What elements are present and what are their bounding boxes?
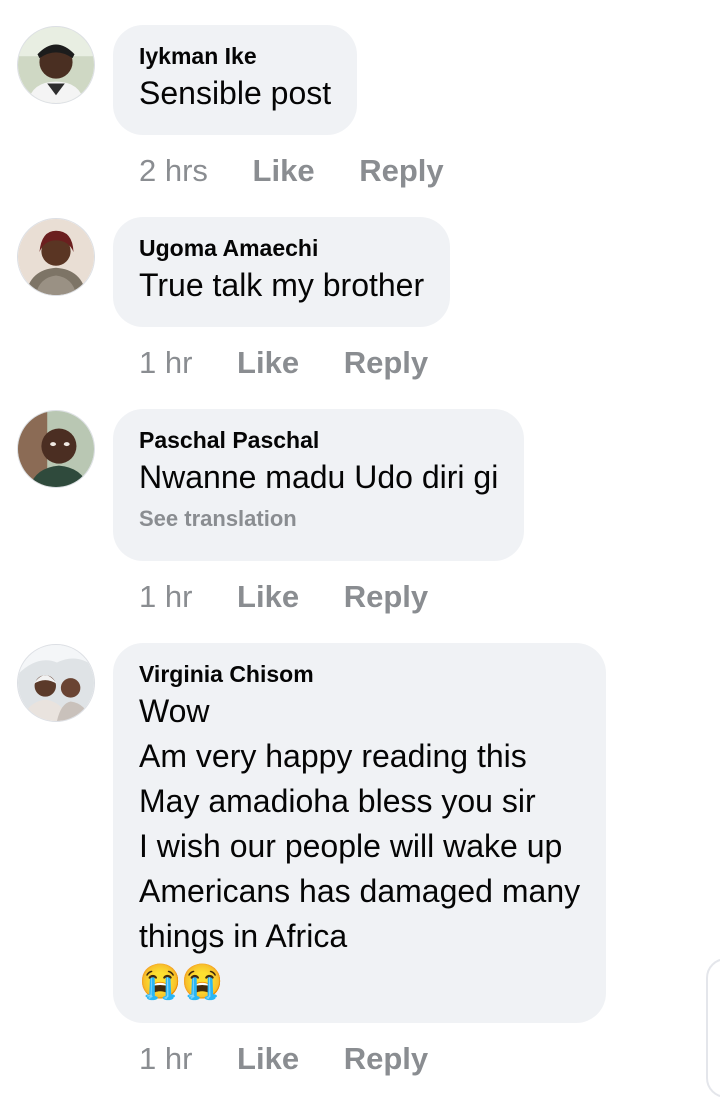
reply-button[interactable]: Reply — [344, 579, 428, 614]
like-button[interactable]: Like — [237, 345, 299, 380]
reply-button[interactable]: Reply — [344, 345, 428, 380]
comment-text: True talk my brother — [139, 267, 425, 303]
comment-actions: 1 hr Like Reply — [139, 1039, 464, 1079]
avatar-virginia-chisom[interactable] — [17, 644, 95, 722]
reply-button[interactable]: Reply — [359, 153, 443, 188]
loudly-crying-face-icon: 😭😭 — [139, 963, 224, 1001]
comment-actions: 1 hr Like Reply — [139, 577, 464, 617]
comment-timestamp[interactable]: 2 hrs — [139, 153, 208, 188]
like-button[interactable]: Like — [237, 1041, 299, 1076]
comment-text: Wow Am very happy reading this May amadi… — [139, 693, 581, 954]
avatar-ugoma-amaechi[interactable] — [17, 218, 95, 296]
comment-timestamp[interactable]: 1 hr — [139, 579, 192, 614]
like-button[interactable]: Like — [237, 579, 299, 614]
comment-timestamp[interactable]: 1 hr — [139, 345, 192, 380]
reply-button[interactable]: Reply — [344, 1041, 428, 1076]
comment-actions: 1 hr Like Reply — [139, 343, 464, 383]
comment-bubble: Virginia Chisom Wow Am very happy readin… — [113, 643, 607, 1023]
comment-timestamp[interactable]: 1 hr — [139, 1041, 192, 1076]
comment-author[interactable]: Ugoma Amaechi — [139, 233, 424, 263]
comment-bubble: Paschal Paschal Nwanne madu Udo diri gi … — [113, 409, 525, 561]
comment-text: Nwanne madu Udo diri gi — [139, 459, 499, 495]
avatar-paschal-paschal[interactable] — [17, 410, 95, 488]
comment-author[interactable]: Paschal Paschal — [139, 425, 498, 455]
comment-bubble: Iykman Ike Sensible post — [113, 25, 358, 135]
comment-author[interactable]: Virginia Chisom — [139, 659, 580, 689]
comment-text: Sensible post — [139, 75, 332, 111]
comment-actions: 2 hrs Like Reply — [139, 151, 480, 191]
see-translation-link[interactable]: See translation — [139, 504, 498, 534]
comment-author[interactable]: Iykman Ike — [139, 41, 331, 71]
avatar-iykman-ike[interactable] — [17, 26, 95, 104]
like-button[interactable]: Like — [253, 153, 315, 188]
comment-bubble: Ugoma Amaechi True talk my brother — [113, 217, 451, 327]
partial-reply-bubble-edge — [706, 958, 720, 1098]
